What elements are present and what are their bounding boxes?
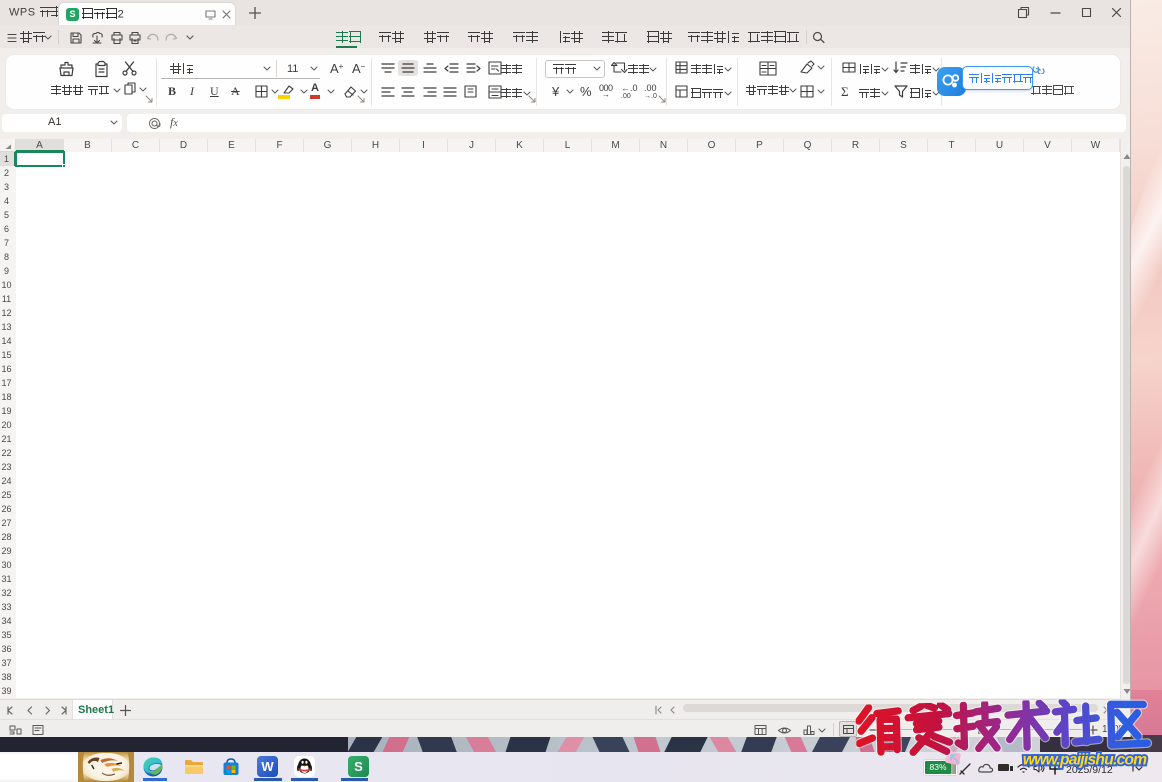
svg-text:www.paijishu.com: www.paijishu.com <box>1023 752 1147 769</box>
